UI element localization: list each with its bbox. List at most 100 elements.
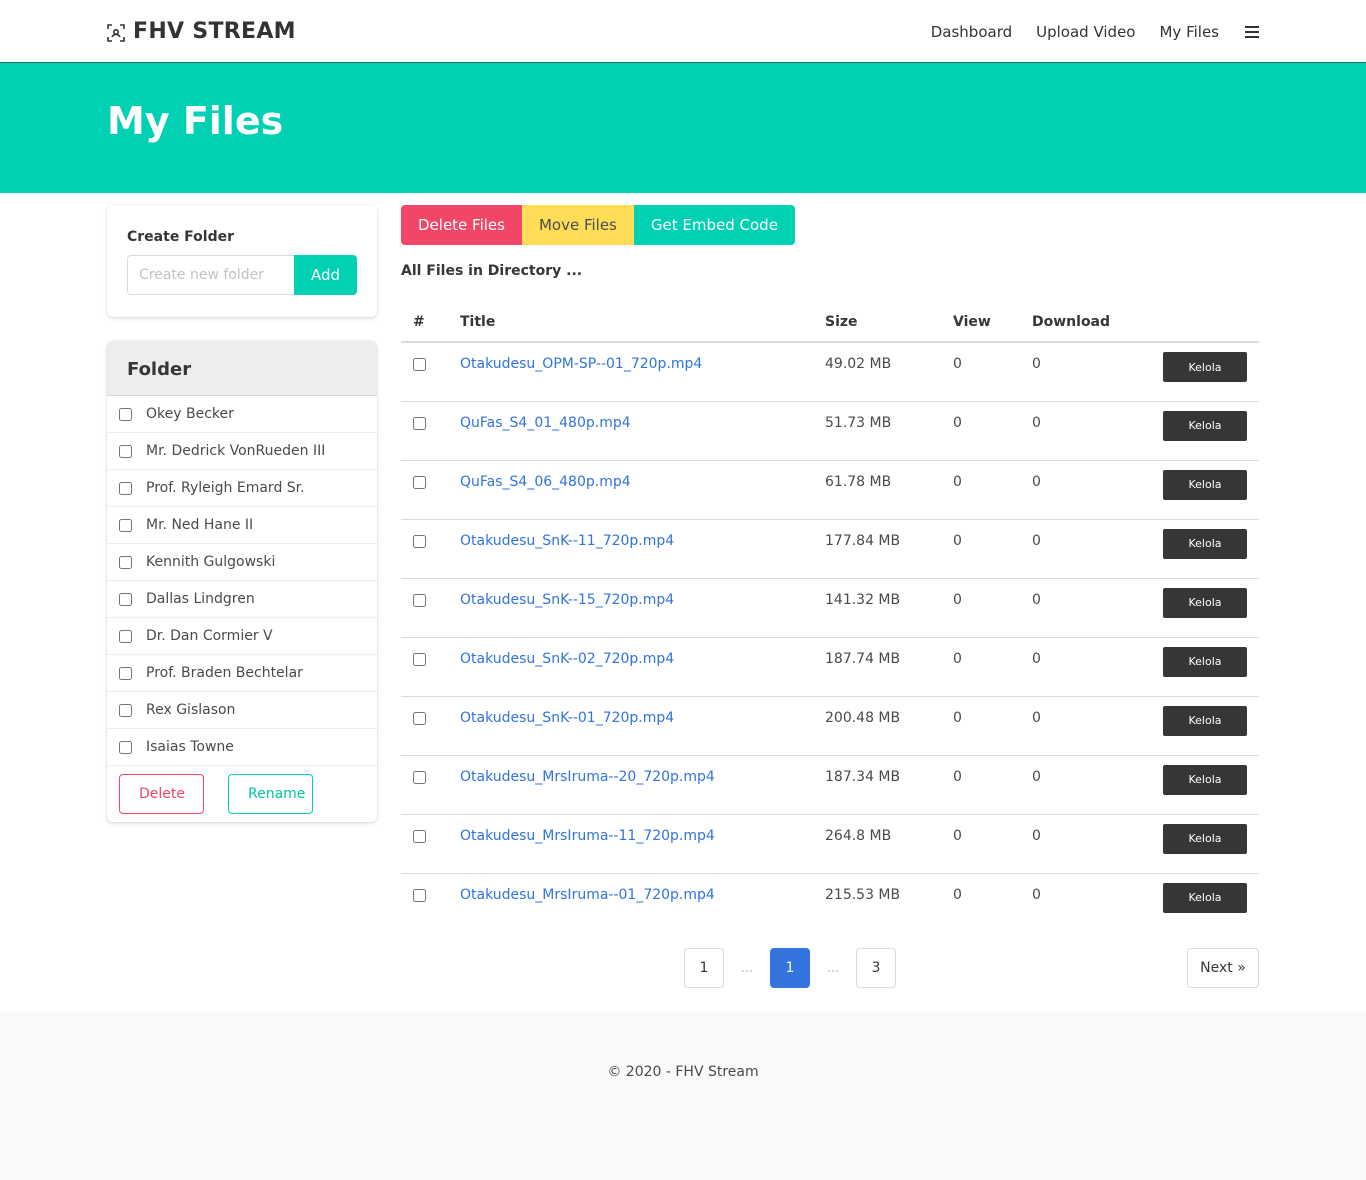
cell-title: Otakudesu_MrsIruma--01_720p.mp4: [448, 873, 813, 932]
folder-item[interactable]: Kennith Gulgowski: [107, 544, 377, 581]
cell-title: Otakudesu_OPM-SP--01_720p.mp4: [448, 342, 813, 402]
table-row: Otakudesu_MrsIruma--20_720p.mp4 187.34 MB…: [401, 755, 1259, 815]
cell-select: [401, 873, 448, 932]
cell-select: [401, 637, 448, 697]
folder-item[interactable]: Rex Gislason: [107, 692, 377, 729]
delete-folder-button[interactable]: Delete: [119, 774, 204, 814]
rename-folder-button[interactable]: Rename: [228, 774, 313, 814]
row-checkbox[interactable]: [413, 593, 426, 607]
kelola-button[interactable]: Kelola: [1163, 410, 1247, 441]
folder-item[interactable]: Isaias Towne: [107, 729, 377, 766]
kelola-button[interactable]: Kelola: [1163, 764, 1247, 795]
page-first[interactable]: 1: [684, 948, 724, 988]
kelola-button[interactable]: Kelola: [1163, 705, 1247, 736]
nav-dashboard[interactable]: Dashboard: [931, 23, 1012, 41]
nav-upload-video[interactable]: Upload Video: [1036, 23, 1135, 41]
footer-text: © 2020 - FHV Stream: [607, 1064, 759, 1080]
cell-select: [401, 696, 448, 756]
cell-view: 0: [941, 460, 1020, 520]
brand[interactable]: FHV STREAM: [107, 19, 296, 44]
folder-item[interactable]: Prof. Ryleigh Emard Sr.: [107, 470, 377, 507]
page-last[interactable]: 3: [856, 948, 896, 988]
cell-download: 0: [1020, 401, 1140, 461]
folder-item[interactable]: Mr. Ned Hane II: [107, 507, 377, 544]
table-row: Otakudesu_SnK--01_720p.mp4 200.48 MB 0 0 Kel…: [401, 696, 1259, 756]
file-title-link[interactable]: QuFas_S4_06_480p.mp4: [460, 474, 631, 490]
cell-title: QuFas_S4_06_480p.mp4: [448, 460, 813, 520]
cell-select: [401, 460, 448, 520]
kelola-button[interactable]: Kelola: [1163, 646, 1247, 677]
nav-my-files[interactable]: My Files: [1159, 23, 1219, 41]
cell-download: 0: [1032, 886, 1041, 903]
folder-item[interactable]: Dallas Lindgren: [107, 581, 377, 618]
folder-item[interactable]: Dr. Dan Cormier V: [107, 618, 377, 655]
folder-label: Kennith Gulgowski: [146, 554, 276, 570]
delete-files-button[interactable]: Delete Files: [401, 205, 522, 245]
add-folder-button[interactable]: Add: [294, 255, 357, 295]
row-checkbox[interactable]: [413, 416, 426, 430]
folder-checkbox[interactable]: [119, 592, 132, 606]
header-num: #: [401, 302, 448, 343]
kelola-button[interactable]: Kelola: [1163, 469, 1247, 500]
row-checkbox[interactable]: [413, 888, 426, 902]
file-title-link[interactable]: Otakudesu_SnK--02_720p.mp4: [460, 651, 674, 667]
cell-view: 0: [953, 886, 962, 903]
folder-checkbox[interactable]: [119, 666, 132, 680]
file-title-link[interactable]: Otakudesu_MrsIruma--11_720p.mp4: [460, 828, 715, 844]
row-checkbox[interactable]: [413, 652, 426, 666]
table-row: Otakudesu_OPM-SP--01_720p.mp4 49.02 MB 0 0 K…: [401, 342, 1259, 402]
cell-title: Otakudesu_MrsIruma--11_720p.mp4: [448, 814, 813, 874]
row-checkbox[interactable]: [413, 770, 426, 784]
cell-size: 177.84 MB: [813, 519, 941, 579]
embed-code-button[interactable]: Get Embed Code: [633, 205, 795, 245]
folder-checkbox[interactable]: [119, 518, 132, 532]
row-checkbox[interactable]: [413, 711, 426, 725]
folder-checkbox[interactable]: [119, 444, 132, 458]
file-title-link[interactable]: Otakudesu_MrsIruma--01_720p.mp4: [460, 887, 715, 903]
folder-checkbox[interactable]: [119, 481, 132, 495]
folder-item[interactable]: Mr. Dedrick VonRueden III: [107, 433, 377, 470]
folder-item[interactable]: Prof. Braden Bechtelar: [107, 655, 377, 692]
cell-size: 61.78 MB: [813, 460, 941, 520]
page-current[interactable]: 1: [770, 948, 810, 988]
cell-select: [401, 401, 448, 461]
folder-checkbox[interactable]: [119, 740, 132, 754]
cell-view: 0: [941, 814, 1020, 874]
file-title-link[interactable]: QuFas_S4_01_480p.mp4: [460, 415, 631, 431]
create-folder-input[interactable]: [127, 255, 294, 295]
cell-view: 0: [941, 401, 1020, 461]
row-checkbox[interactable]: [413, 475, 426, 489]
folder-checkbox[interactable]: [119, 629, 132, 643]
folder-checkbox[interactable]: [119, 555, 132, 569]
kelola-button[interactable]: Kelola: [1163, 352, 1247, 382]
row-checkbox[interactable]: [413, 829, 426, 843]
file-title-link[interactable]: Otakudesu_SnK--01_720p.mp4: [460, 710, 674, 726]
file-title-link[interactable]: Otakudesu_OPM-SP--01_720p.mp4: [460, 356, 702, 372]
row-checkbox[interactable]: [413, 534, 426, 548]
row-checkbox[interactable]: [413, 358, 426, 371]
folder-checkbox[interactable]: [119, 407, 132, 421]
kelola-button[interactable]: Kelola: [1163, 587, 1247, 618]
folder-label: Dr. Dan Cormier V: [146, 628, 273, 644]
kelola-button[interactable]: Kelola: [1163, 882, 1247, 913]
hamburger-icon[interactable]: [1245, 25, 1259, 38]
cell-view: 0: [941, 519, 1020, 579]
folder-checkbox[interactable]: [119, 703, 132, 717]
cell-size: 141.32 MB: [813, 578, 941, 638]
file-title-link[interactable]: Otakudesu_SnK--15_720p.mp4: [460, 592, 674, 608]
header-view: View: [941, 302, 1020, 343]
cell-download: 0: [1020, 696, 1140, 756]
cell-view: 0: [941, 637, 1020, 697]
move-files-button[interactable]: Move Files: [521, 205, 634, 245]
next-page-button[interactable]: Next »: [1187, 948, 1259, 988]
cell-title: Otakudesu_SnK--02_720p.mp4: [448, 637, 813, 697]
kelola-button[interactable]: Kelola: [1163, 528, 1247, 559]
file-title-link[interactable]: Otakudesu_SnK--11_720p.mp4: [460, 533, 674, 549]
folder-item[interactable]: Okey Becker: [107, 396, 377, 433]
kelola-button[interactable]: Kelola: [1163, 823, 1247, 854]
file-title-link[interactable]: Otakudesu_MrsIruma--20_720p.mp4: [460, 769, 715, 785]
create-folder-card: Create Folder Add: [107, 205, 377, 317]
folder-label: Dallas Lindgren: [146, 591, 255, 607]
main-content: Delete Files Move Files Get Embed Code A…: [401, 205, 1259, 932]
cell-actions: Kelola: [1140, 696, 1259, 756]
